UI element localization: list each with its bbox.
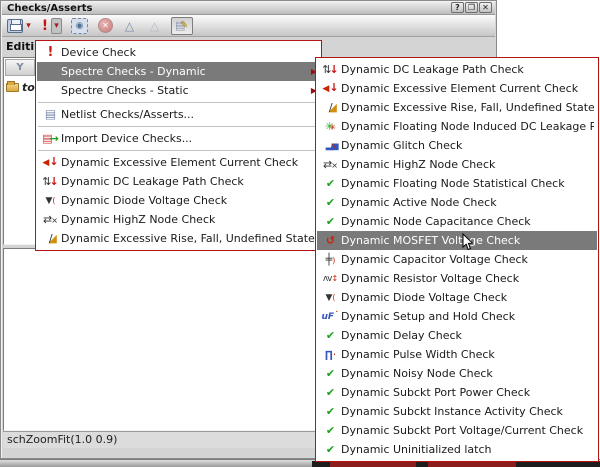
menu-item-dyn-dc-leakage[interactable]: Dynamic DC Leakage Path Check [37, 172, 320, 191]
menu-separator [38, 102, 319, 103]
submenu-item[interactable]: Dynamic Noisy Node Check [317, 364, 597, 383]
submenu-item[interactable]: Dynamic HighZ Node Check [317, 155, 597, 174]
device-check-icon[interactable]: ! [39, 17, 51, 35]
edit-checks-icon[interactable] [171, 16, 193, 35]
menu-item-dyn-diode-voltage[interactable]: Dynamic Diode Voltage Check [37, 191, 320, 210]
submenu-item[interactable]: Dynamic Capacitor Voltage Check [317, 250, 597, 269]
highz-icon [40, 210, 61, 229]
menu-item-netlist-checks[interactable]: Netlist Checks/Asserts... [37, 105, 320, 124]
netlist-doc-icon [40, 105, 61, 124]
status-text: schZoomFit(1.0 0.9) [7, 433, 118, 446]
filter-column-header[interactable]: Y [5, 59, 35, 76]
save-dropdown-arrow-icon[interactable]: ▾ [23, 17, 34, 35]
highz-icon [320, 155, 341, 174]
submenu-item[interactable]: Dynamic Floating Node Induced DC Leakage… [317, 117, 597, 136]
floating-node-icon [320, 117, 341, 136]
leakage-icon [40, 172, 61, 191]
taskbar-red-segment-2 [428, 462, 516, 467]
mouse-cursor [462, 233, 474, 251]
pulse-icon [320, 345, 341, 364]
risefall-icon [40, 229, 61, 248]
device-check-dropdown-arrow-icon[interactable]: ▾ [51, 17, 62, 34]
check-icon [320, 364, 341, 383]
selection-icon[interactable]: ◉ [71, 17, 88, 34]
menu-item-dyn-excessive-current[interactable]: Dynamic Excessive Element Current Check [37, 153, 320, 172]
help-button[interactable]: ? [451, 2, 464, 13]
submenu-item[interactable]: Dynamic Subckt Port Voltage/Current Chec… [317, 421, 597, 440]
submenu-item-dynamic-mosfet-voltage-check[interactable]: Dynamic MOSFET Voltage Check [317, 231, 597, 250]
leakage-icon [320, 60, 341, 79]
submenu-item[interactable]: Dynamic Uninitialized latch [317, 440, 597, 459]
checks-context-menu: Device Check Spectre Checks - Dynamic ▶ … [35, 40, 322, 251]
menu-item-spectre-checks-static[interactable]: Spectre Checks - Static ▶ [37, 81, 320, 100]
submenu-item[interactable]: Dynamic Node Capacitance Check [317, 212, 597, 231]
close-button[interactable]: ✕ [479, 2, 492, 13]
setup-hold-icon [320, 307, 341, 326]
mosfet-icon [320, 231, 341, 250]
submenu-item[interactable]: Dynamic Subckt Port Power Check [317, 383, 597, 402]
submenu-item[interactable]: Dynamic Excessive Rise, Fall, Undefined … [317, 98, 597, 117]
menu-item-device-check[interactable]: Device Check [37, 43, 320, 62]
folder-icon [6, 80, 19, 92]
device-check-exclaim-icon [40, 43, 61, 62]
submenu-item[interactable]: Dynamic Resistor Voltage Check [317, 269, 597, 288]
menu-item-import-device-checks[interactable]: Import Device Checks... [37, 129, 320, 148]
save-icon[interactable] [7, 18, 23, 33]
submenu-item[interactable]: Dynamic Pulse Width Check [317, 345, 597, 364]
check-icon [320, 402, 341, 421]
import-icon [40, 129, 61, 148]
taskbar-red-segment-1 [330, 462, 416, 467]
menu-item-dyn-rise-fall[interactable]: Dynamic Excessive Rise, Fall, Undefined … [37, 229, 320, 248]
tree-folder-row[interactable]: to [6, 79, 38, 95]
check-icon [320, 193, 341, 212]
window-title: Checks/Asserts [7, 2, 93, 14]
folder-label: to [22, 80, 35, 94]
glitch-icon [320, 136, 341, 155]
submenu-item[interactable]: Dynamic Excessive Element Current Check [317, 79, 597, 98]
submenu-item[interactable]: Dynamic Subckt Instance Activity Check [317, 402, 597, 421]
window-controls: ? ❐ ✕ [451, 2, 492, 13]
filter-gray-icon[interactable]: △ [146, 17, 163, 35]
check-icon [320, 440, 341, 459]
submenu-item[interactable]: Dynamic DC Leakage Path Check [317, 60, 597, 79]
restore-button[interactable]: ❐ [465, 2, 478, 13]
capacitor-icon [320, 250, 341, 269]
stop-icon[interactable]: ✕ [98, 18, 113, 33]
check-icon [320, 326, 341, 345]
submenu-item[interactable]: Dynamic Active Node Check [317, 193, 597, 212]
menu-item-spectre-checks-dynamic[interactable]: Spectre Checks - Dynamic ▶ [37, 62, 320, 81]
check-icon [320, 174, 341, 193]
submenu-item[interactable]: Dynamic Delay Check [317, 326, 597, 345]
menu-separator [38, 126, 319, 127]
submenu-item[interactable]: Dynamic Diode Voltage Check [317, 288, 597, 307]
submenu-item[interactable]: Dynamic Glitch Check [317, 136, 597, 155]
risefall-icon [320, 98, 341, 117]
submenu-item[interactable]: Dynamic Floating Node Statistical Check [317, 174, 597, 193]
diode-icon [40, 191, 61, 210]
check-icon [320, 383, 341, 402]
current-icon [40, 153, 61, 172]
resistor-icon [320, 269, 341, 288]
check-icon [320, 421, 341, 440]
diode-icon [320, 288, 341, 307]
menu-item-dyn-highz-node[interactable]: Dynamic HighZ Node Check [37, 210, 320, 229]
check-icon [320, 212, 341, 231]
menu-separator [38, 150, 319, 151]
spectre-dynamic-submenu: Dynamic DC Leakage Path Check Dynamic Ex… [315, 57, 599, 462]
title-bar[interactable]: Checks/Asserts ? ❐ ✕ [2, 2, 495, 15]
funnel-icon: Y [16, 62, 24, 73]
current-icon [320, 79, 341, 98]
toolbar: ▾ ! ▾ ◉ ✕ △ △ [2, 15, 495, 37]
submenu-item[interactable]: Dynamic Setup and Hold Check [317, 307, 597, 326]
filter-color-icon[interactable]: △ [121, 17, 138, 35]
